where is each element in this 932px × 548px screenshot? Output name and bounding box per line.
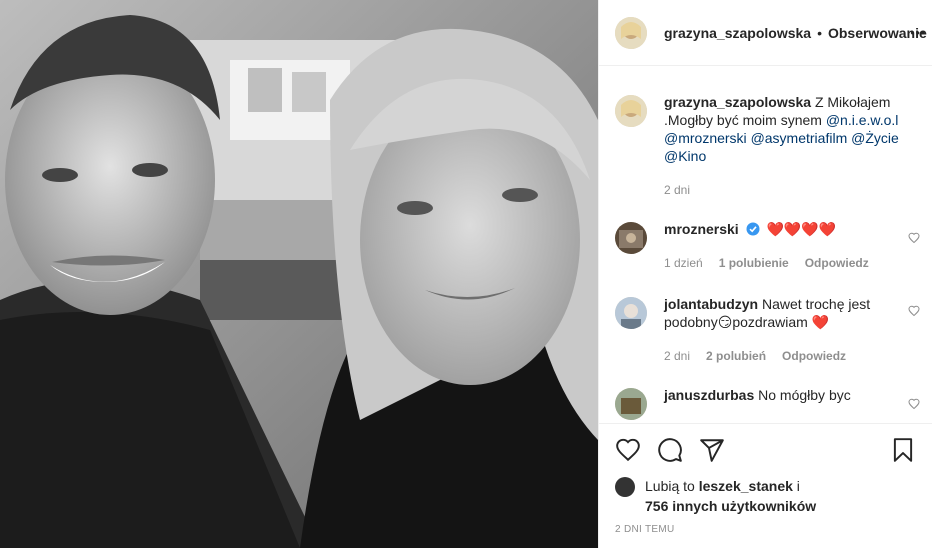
likes-others-count[interactable]: 756 innych użytkowników	[645, 498, 816, 514]
mention-link[interactable]: @Życie	[851, 130, 899, 146]
post-side-panel: grazyna_szapolowska • Obserwowanie ••• g…	[598, 0, 932, 548]
ellipsis-icon[interactable]: •••	[910, 26, 926, 40]
comment-text-end: pozdrawiam	[732, 314, 808, 330]
liker-username[interactable]: leszek_stanek	[699, 478, 793, 494]
heart-emoji: ❤️	[811, 314, 830, 330]
mention-link[interactable]: @asymetriafilm	[751, 130, 848, 146]
caption-username[interactable]: grazyna_szapolowska	[664, 94, 811, 110]
post-actions: Lubią to leszek_stanek i 756 innych użyt…	[599, 423, 932, 548]
comment-item: mroznerski ❤️❤️❤️❤️ 1 dzień 1 polubienie…	[599, 199, 932, 272]
reply-button[interactable]: Odpowiedz	[782, 347, 846, 365]
smirk-emoji: 😏	[717, 314, 733, 330]
like-heart-icon[interactable]	[615, 437, 641, 463]
comment-time[interactable]: 1 dzień	[664, 254, 703, 272]
commenter-username[interactable]: januszdurbas	[664, 387, 754, 403]
post-photo-image	[0, 0, 598, 548]
action-bar	[599, 424, 932, 476]
post-timestamp[interactable]: 2 dni temu	[599, 516, 932, 535]
author-username[interactable]: grazyna_szapolowska	[664, 25, 811, 41]
comment-meta: 2 dni 2 polubień Odpowiedz	[664, 347, 904, 365]
comment-text: ❤️❤️❤️❤️	[766, 221, 837, 237]
commenter-avatar[interactable]	[615, 388, 647, 420]
likes-text: Lubią to leszek_stanek i 756 innych użyt…	[645, 476, 816, 516]
verified-badge-icon	[746, 222, 760, 236]
like-heart-icon[interactable]	[908, 305, 920, 317]
comment-likes[interactable]: 1 polubienie	[719, 254, 789, 272]
likes-prefix: Lubią to	[645, 478, 695, 494]
mention-link[interactable]: @Kino	[664, 148, 706, 164]
likes-and: i	[796, 478, 800, 494]
comment-body: jolantabudzyn Nawet trochę jest podobny😏…	[664, 295, 904, 365]
commenter-avatar[interactable]	[615, 222, 647, 254]
comment-body: mroznerski ❤️❤️❤️❤️ 1 dzień 1 polubienie…	[664, 220, 904, 272]
like-heart-icon[interactable]	[908, 232, 920, 244]
author-avatar[interactable]	[615, 16, 647, 49]
caption-time[interactable]: 2 dni	[664, 181, 690, 199]
post-header: grazyna_szapolowska • Obserwowanie •••	[599, 0, 932, 66]
bookmark-icon[interactable]	[890, 437, 916, 463]
likes-summary: Lubią to leszek_stanek i 756 innych użyt…	[599, 476, 932, 516]
comment-item: januszdurbas No mógłby byc	[599, 365, 932, 420]
commenter-avatar[interactable]	[615, 297, 647, 329]
caption-body: grazyna_szapolowska Z Mikołajem .Mogłby …	[664, 93, 904, 199]
comment-meta: 1 dzień 1 polubienie Odpowiedz	[664, 254, 904, 272]
instagram-post: grazyna_szapolowska • Obserwowanie ••• g…	[0, 0, 932, 548]
commenter-username[interactable]: jolantabudzyn	[664, 296, 758, 312]
comment-text: No mógłby byc	[758, 387, 851, 403]
like-heart-icon[interactable]	[908, 398, 920, 410]
author-avatar[interactable]	[615, 95, 647, 127]
comment-time[interactable]: 2 dni	[664, 347, 690, 365]
liker-avatar[interactable]	[615, 477, 635, 497]
comment-likes[interactable]: 2 polubień	[706, 347, 766, 365]
share-plane-icon[interactable]	[699, 437, 725, 463]
caption-meta: 2 dni	[664, 181, 904, 199]
header-separator: •	[817, 24, 822, 41]
reply-button[interactable]: Odpowiedz	[805, 254, 869, 272]
comment-body: januszdurbas No mógłby byc	[664, 386, 904, 420]
comment-bubble-icon[interactable]	[657, 437, 683, 463]
mention-link[interactable]: @n.i.e.w.o.l	[826, 112, 899, 128]
comment-item: jolantabudzyn Nawet trochę jest podobny😏…	[599, 272, 932, 365]
post-photo[interactable]	[0, 0, 598, 548]
caption: grazyna_szapolowska Z Mikołajem .Mogłby …	[599, 67, 932, 199]
mention-link[interactable]: @mroznerski	[664, 130, 747, 146]
comments-list: grazyna_szapolowska Z Mikołajem .Mogłby …	[599, 67, 932, 423]
commenter-username[interactable]: mroznerski	[664, 221, 739, 237]
